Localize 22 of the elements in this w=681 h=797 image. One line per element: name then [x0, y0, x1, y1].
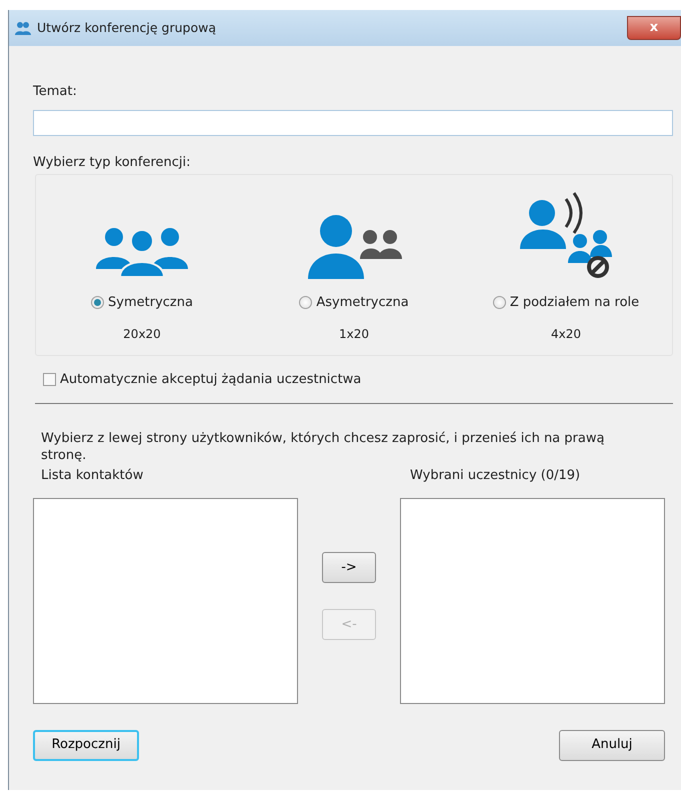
- start-button[interactable]: Rozpocznij: [33, 730, 139, 760]
- contacts-label: Lista kontaktów: [41, 467, 144, 485]
- capacity-text: 20x20: [123, 326, 161, 342]
- radio-button[interactable]: [299, 296, 312, 310]
- checkbox-label: Automatycznie akceptuj żądania uczestnictwa: [60, 370, 362, 388]
- instruction-text: Wybierz z lewej strony użytkowników, których chcesz zaprosić, i przenieś ich na prawą stronę.: [41, 430, 606, 464]
- topic-field[interactable]: [33, 110, 673, 136]
- cancel-button[interactable]: Anuluj: [559, 730, 665, 760]
- people-icon: [15, 20, 31, 36]
- radio-button[interactable]: [91, 296, 104, 310]
- capacity-text: 4x20: [550, 326, 581, 342]
- move-button[interactable]: ->: [322, 552, 376, 583]
- topic-label: Temat:: [33, 83, 78, 101]
- radio-label: Z podziałem na role: [510, 294, 640, 312]
- radio-label: Symetryczna: [108, 294, 193, 312]
- checkbox[interactable]: [43, 372, 56, 386]
- participants-label: Wybrani uczestnicy (0/19): [410, 467, 582, 485]
- conference-type-label: Wybierz typ konferencji:: [33, 154, 192, 172]
- radio-button[interactable]: [492, 296, 506, 310]
- capacity-text: 1x20: [338, 326, 369, 342]
- window-title: Utwórz konferencję grupową: [37, 18, 216, 37]
- radio-label: Asymetryczna: [316, 294, 409, 312]
